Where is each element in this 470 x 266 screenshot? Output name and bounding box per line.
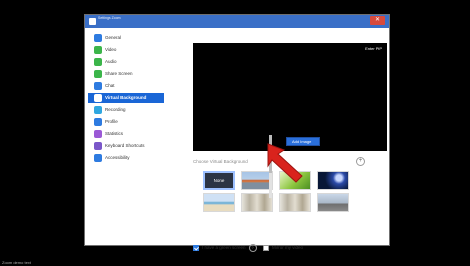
- statistics-icon: [94, 130, 102, 138]
- share-screen-icon: [94, 70, 102, 78]
- sidebar-item-label: Accessibility: [105, 155, 130, 160]
- sidebar-item-accessibility[interactable]: Accessibility: [88, 153, 164, 163]
- sidebar-item-keyboard-shortcuts[interactable]: Keyboard Shortcuts: [88, 141, 164, 151]
- help-icon[interactable]: ?: [248, 244, 257, 252]
- close-button[interactable]: ✕: [370, 16, 385, 25]
- window-title: Settings Zoom: [98, 16, 121, 20]
- pointer-arrow-icon: [267, 143, 303, 183]
- sidebar-item-label: Recording: [105, 107, 126, 112]
- sidebar-item-label: Keyboard Shortcuts: [105, 143, 145, 148]
- record-icon: [94, 106, 102, 114]
- choose-background-heading: Choose Virtual Background: [193, 159, 248, 164]
- sidebar-item-label: Virtual Background: [105, 95, 147, 100]
- green-screen-option[interactable]: I have a green screen?: [193, 244, 257, 252]
- background-tile-none[interactable]: None: [203, 171, 235, 190]
- sidebar-item-virtual-background[interactable]: Virtual Background: [88, 93, 164, 103]
- enter-pip-button[interactable]: Enter PiP: [365, 46, 382, 51]
- gear-icon: [94, 34, 102, 42]
- video-icon: [94, 46, 102, 54]
- sidebar-item-label: Profile: [105, 119, 118, 124]
- settings-sidebar: General Video Audio Share Screen Chat Vi…: [85, 29, 169, 245]
- add-background-button[interactable]: +: [356, 157, 365, 166]
- green-screen-checkbox[interactable]: [193, 245, 199, 251]
- sidebar-item-general[interactable]: General: [88, 33, 164, 43]
- sidebar-item-video[interactable]: Video: [88, 45, 164, 55]
- sidebar-item-label: General: [105, 35, 122, 40]
- video-caption: Zoom demo text: [2, 260, 31, 265]
- headphones-icon: [94, 58, 102, 66]
- mirror-video-label: Mirror my video: [272, 245, 304, 250]
- background-tile-city[interactable]: [317, 193, 349, 212]
- video-preview: Enter PiP: [193, 43, 387, 151]
- settings-window: Settings Zoom ✕ General Video Audio Shar…: [84, 14, 390, 252]
- green-screen-label: I have a green screen: [202, 245, 246, 251]
- background-tile-space[interactable]: [317, 171, 349, 190]
- sidebar-item-recording[interactable]: Recording: [88, 105, 164, 115]
- sidebar-item-chat[interactable]: Chat: [88, 81, 164, 91]
- virtual-background-icon: [94, 94, 102, 102]
- settings-main-panel: Enter PiP Choose Virtual Background + No…: [169, 29, 389, 252]
- mirror-video-checkbox[interactable]: [263, 244, 269, 251]
- title-bar: Settings Zoom ✕: [85, 15, 389, 28]
- sidebar-item-audio[interactable]: Audio: [88, 57, 164, 67]
- sidebar-item-statistics[interactable]: Statistics: [88, 129, 164, 139]
- sidebar-item-profile[interactable]: Profile: [88, 117, 164, 127]
- sidebar-item-share-screen[interactable]: Share Screen: [88, 69, 164, 79]
- profile-icon: [94, 118, 102, 126]
- keyboard-icon: [94, 142, 102, 150]
- mirror-video-option[interactable]: Mirror my video: [263, 244, 303, 252]
- sidebar-item-label: Audio: [105, 59, 117, 64]
- background-tile-hall-2[interactable]: [279, 193, 311, 212]
- chat-icon: [94, 82, 102, 90]
- sidebar-item-label: Share Screen: [105, 71, 133, 76]
- sidebar-item-label: Video: [105, 47, 117, 52]
- sidebar-item-label: Statistics: [105, 131, 124, 136]
- accessibility-icon: [94, 154, 102, 162]
- background-tile-beach[interactable]: [203, 193, 235, 212]
- sidebar-item-label: Chat: [105, 83, 115, 88]
- zoom-app-icon: [89, 18, 96, 25]
